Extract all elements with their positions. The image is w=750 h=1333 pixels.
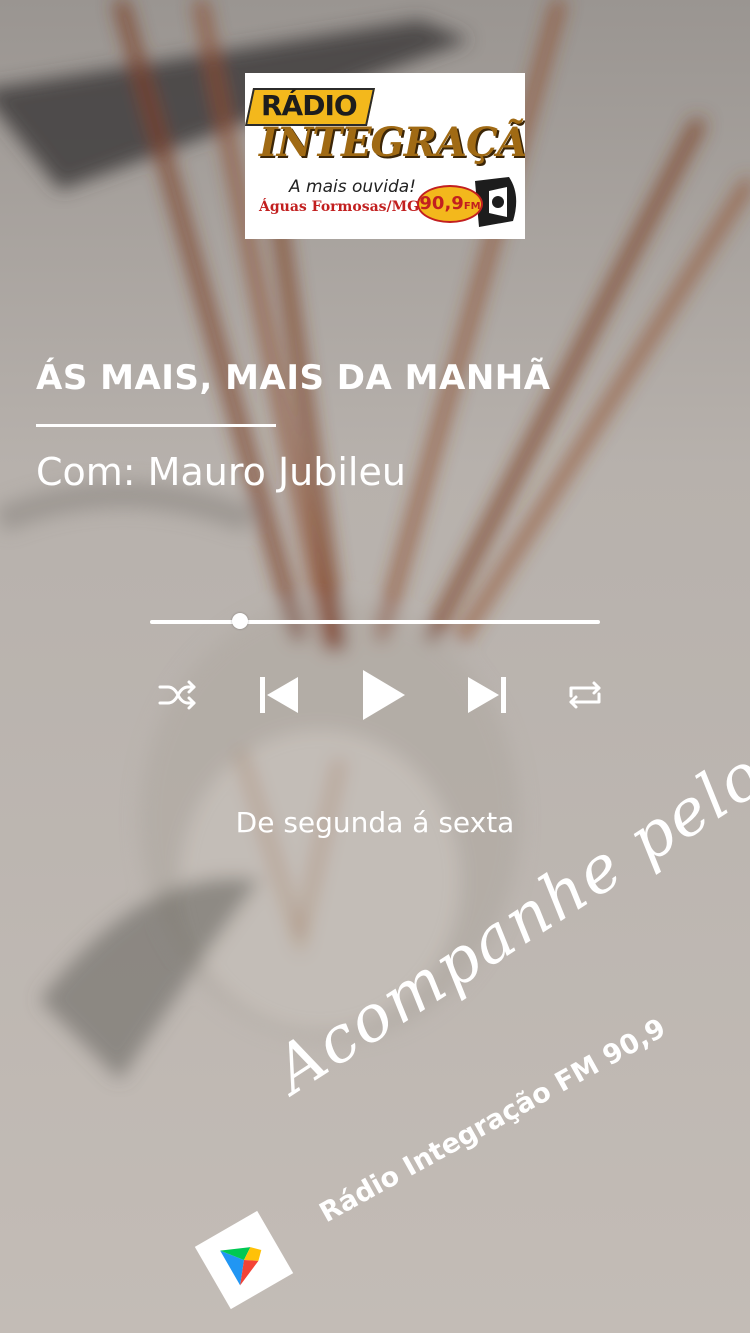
logo-frequency-text: 90,9 xyxy=(419,193,464,214)
station-logo: RÁDIO INTEGRAÇÃO A mais ouvida! Águas Fo… xyxy=(245,73,525,239)
program-host: Com: Mauro Jubileu xyxy=(36,450,406,494)
play-icon[interactable] xyxy=(359,670,409,720)
progress-bar[interactable] xyxy=(150,613,600,629)
previous-icon[interactable] xyxy=(254,670,304,720)
logo-slogan-text: A mais ouvida! xyxy=(289,177,416,197)
repeat-icon[interactable] xyxy=(560,670,610,720)
logo-radio-text: RÁDIO xyxy=(261,89,358,122)
title-divider xyxy=(36,424,276,427)
logo-frequency-badge: 90,9FM xyxy=(417,185,483,223)
logo-band-text: FM xyxy=(463,201,481,212)
logo-name-text: INTEGRAÇÃO xyxy=(259,119,525,166)
progress-knob[interactable] xyxy=(232,613,248,629)
shuffle-icon[interactable] xyxy=(152,670,202,720)
logo-city-text: Águas Formosas/MG xyxy=(259,199,420,215)
next-icon[interactable] xyxy=(462,670,512,720)
program-title: ÁS MAIS, MAIS DA MANHÃ xyxy=(36,358,551,398)
google-play-icon[interactable] xyxy=(190,1206,298,1314)
